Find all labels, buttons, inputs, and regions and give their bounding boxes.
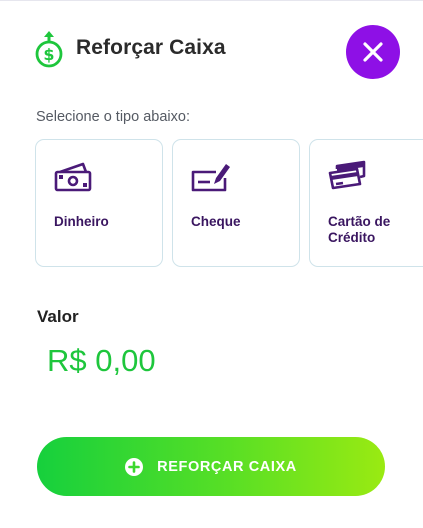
- page-title: Reforçar Caixa: [76, 36, 226, 59]
- money-bag-icon: $: [35, 31, 63, 68]
- type-card-cash[interactable]: Dinheiro: [35, 139, 163, 267]
- type-card-credit-card[interactable]: Cartão de Crédito: [309, 139, 423, 267]
- plus-circle-icon: [125, 457, 144, 476]
- top-divider: [0, 0, 423, 1]
- reinforce-cash-screen: $ Reforçar Caixa Selecione o tipo abaixo…: [0, 0, 423, 528]
- close-button[interactable]: [346, 25, 400, 79]
- amount-label: Valor: [37, 307, 79, 326]
- credit-card-icon: [328, 160, 366, 190]
- check-icon: [191, 164, 230, 192]
- type-card-label: Cartão de Crédito: [328, 214, 391, 245]
- amount-value[interactable]: R$ 0,00: [47, 343, 156, 379]
- type-card-label: Cheque: [191, 214, 241, 229]
- cash-icon: [54, 162, 92, 192]
- selection-prompt: Selecione o tipo abaixo:: [36, 109, 190, 125]
- type-card-check[interactable]: Cheque: [172, 139, 300, 267]
- close-icon: [363, 42, 383, 62]
- reinforce-cash-button[interactable]: REFORÇAR CAIXA: [37, 437, 385, 496]
- type-card-label: Dinheiro: [54, 214, 109, 229]
- svg-text:$: $: [43, 45, 54, 64]
- reinforce-cash-button-label: REFORÇAR CAIXA: [157, 458, 297, 475]
